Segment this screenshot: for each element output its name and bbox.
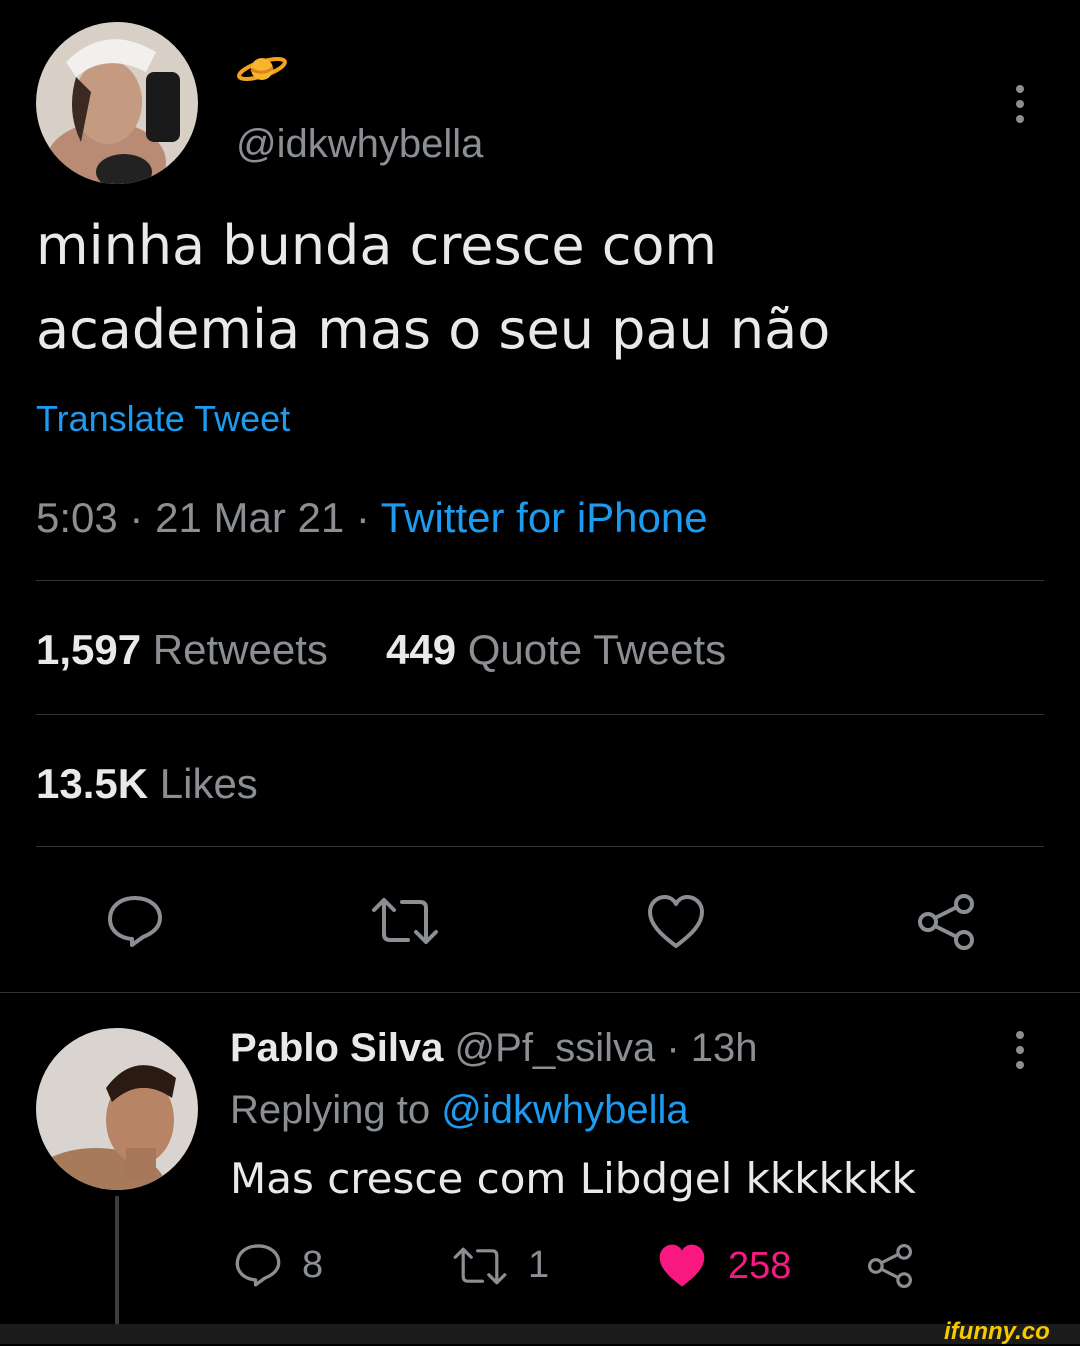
tweet-time: 5:03 bbox=[36, 494, 118, 541]
share-icon[interactable] bbox=[866, 1244, 914, 1288]
reply-retweet-action[interactable]: 1 bbox=[452, 1244, 549, 1287]
quote-tweets-label: Quote Tweets bbox=[467, 626, 727, 673]
tweet-text-line-1: minha bunda cresce com bbox=[36, 214, 718, 277]
meta-separator: · bbox=[129, 494, 144, 541]
reply-likes-count: 258 bbox=[728, 1244, 792, 1287]
planet-emoji-icon bbox=[236, 52, 288, 86]
meta-separator: · bbox=[666, 1026, 680, 1070]
reply-reply-action[interactable]: 8 bbox=[234, 1242, 323, 1288]
retweets-count: 1,597 bbox=[36, 626, 142, 673]
likes-label: Likes bbox=[159, 760, 258, 807]
reply-retweets-count: 1 bbox=[528, 1244, 550, 1286]
heart-icon[interactable] bbox=[646, 894, 706, 950]
replying-to-prefix: Replying to bbox=[230, 1088, 431, 1132]
thread-line bbox=[115, 1196, 119, 1324]
reply-author-name[interactable]: Pablo Silva bbox=[230, 1026, 443, 1070]
tweet-date: 21 Mar 21 bbox=[155, 494, 345, 541]
translate-tweet-link[interactable]: Translate Tweet bbox=[36, 398, 290, 440]
reply-like-action[interactable]: 258 bbox=[656, 1242, 791, 1290]
divider bbox=[0, 992, 1080, 993]
reply-text: Mas cresce com Libdgel kkkkkkk bbox=[230, 1154, 916, 1203]
ifunny-watermark: ifunny.co bbox=[944, 1318, 1050, 1345]
likes-stat[interactable]: 13.5K Likes bbox=[36, 760, 258, 808]
divider bbox=[36, 714, 1044, 715]
reply-author-avatar[interactable] bbox=[36, 1028, 198, 1190]
replying-to-link[interactable]: @idkwhybella bbox=[441, 1088, 688, 1132]
divider bbox=[36, 846, 1044, 847]
share-icon[interactable] bbox=[916, 894, 976, 950]
retweet-icon bbox=[452, 1245, 508, 1287]
more-vertical-icon[interactable] bbox=[1012, 84, 1028, 124]
quote-tweets-stat[interactable]: 449 Quote Tweets bbox=[386, 626, 726, 674]
more-vertical-icon[interactable] bbox=[1012, 1030, 1028, 1070]
heart-filled-icon bbox=[656, 1242, 708, 1290]
divider bbox=[36, 580, 1044, 581]
retweets-label: Retweets bbox=[152, 626, 328, 673]
reply-header: Pablo Silva @Pf_ssilva · 13h bbox=[230, 1026, 758, 1071]
tweet-text: minha bunda cresce com academia mas o se… bbox=[36, 204, 1046, 372]
tweet-text-line-2: academia mas o seu pau não bbox=[36, 298, 831, 361]
reply-author-handle[interactable]: @Pf_ssilva bbox=[455, 1026, 656, 1070]
quote-tweets-count: 449 bbox=[386, 626, 457, 673]
retweet-icon[interactable] bbox=[370, 896, 440, 946]
likes-count: 13.5K bbox=[36, 760, 149, 807]
reply-age: 13h bbox=[690, 1026, 758, 1070]
tweet-source-link[interactable]: Twitter for iPhone bbox=[381, 494, 708, 541]
author-avatar[interactable] bbox=[36, 22, 198, 184]
replying-to: Replying to @idkwhybella bbox=[230, 1088, 689, 1133]
reply-icon[interactable] bbox=[106, 894, 164, 948]
meta-separator: · bbox=[355, 494, 370, 541]
footer-bar bbox=[0, 1324, 1080, 1344]
tweet-meta: 5:03 · 21 Mar 21 · Twitter for iPhone bbox=[36, 494, 708, 542]
retweets-stat[interactable]: 1,597 Retweets bbox=[36, 626, 328, 674]
reply-icon bbox=[234, 1242, 282, 1288]
author-handle[interactable]: @idkwhybella bbox=[236, 122, 483, 167]
reply-replies-count: 8 bbox=[302, 1243, 324, 1286]
